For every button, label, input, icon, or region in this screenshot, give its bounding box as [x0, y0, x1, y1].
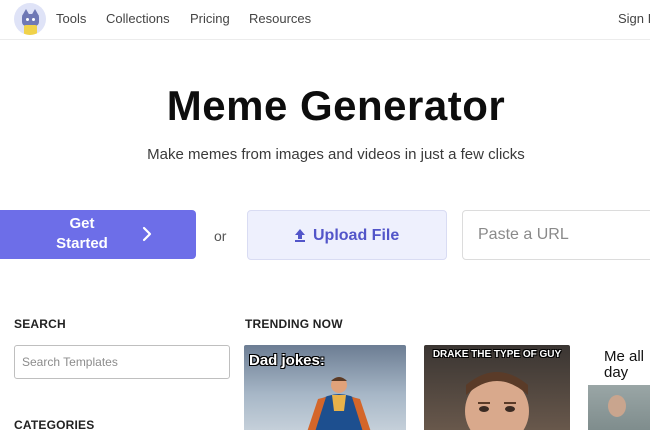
- get-started-label: Get Started: [56, 215, 108, 252]
- trending-card-drake[interactable]: DRAKE THE TYPE OF GUY: [424, 345, 570, 430]
- trending-card-me-all-day[interactable]: Me all day: [588, 345, 650, 430]
- paste-url-input[interactable]: [462, 210, 650, 260]
- upload-arrow-icon: [295, 229, 305, 242]
- face-image: [465, 372, 529, 430]
- search-templates-input[interactable]: [14, 345, 230, 379]
- chevron-right-icon: [142, 226, 152, 242]
- card-caption: Me all day: [604, 348, 645, 381]
- top-nav: Tools Collections Pricing Resources Sign…: [0, 0, 650, 40]
- nav-collections[interactable]: Collections: [106, 11, 170, 26]
- upload-file-button[interactable]: Upload File: [247, 210, 447, 260]
- nav-sign-in[interactable]: Sign I: [618, 11, 650, 26]
- card-caption: DRAKE THE TYPE OF GUY: [432, 349, 562, 360]
- superhero-image: [307, 377, 371, 430]
- trending-heading: TRENDING NOW: [245, 317, 343, 331]
- categories-heading: CATEGORIES: [14, 418, 95, 430]
- cat-logo-icon[interactable]: [14, 3, 46, 35]
- search-heading: SEARCH: [14, 317, 66, 331]
- get-started-button[interactable]: Get Started: [0, 210, 196, 259]
- nav-tools[interactable]: Tools: [56, 11, 86, 26]
- meme-photo-image: [588, 385, 650, 430]
- nav-resources[interactable]: Resources: [249, 11, 311, 26]
- or-separator: or: [214, 228, 227, 244]
- nav-pricing[interactable]: Pricing: [190, 11, 230, 26]
- trending-card-dad-jokes[interactable]: Dad jokes:: [244, 345, 406, 430]
- card-caption: Dad jokes:: [249, 352, 325, 369]
- page-subtitle: Make memes from images and videos in jus…: [147, 146, 525, 163]
- upload-file-label: Upload File: [313, 227, 400, 244]
- page-title: Meme Generator: [166, 82, 506, 129]
